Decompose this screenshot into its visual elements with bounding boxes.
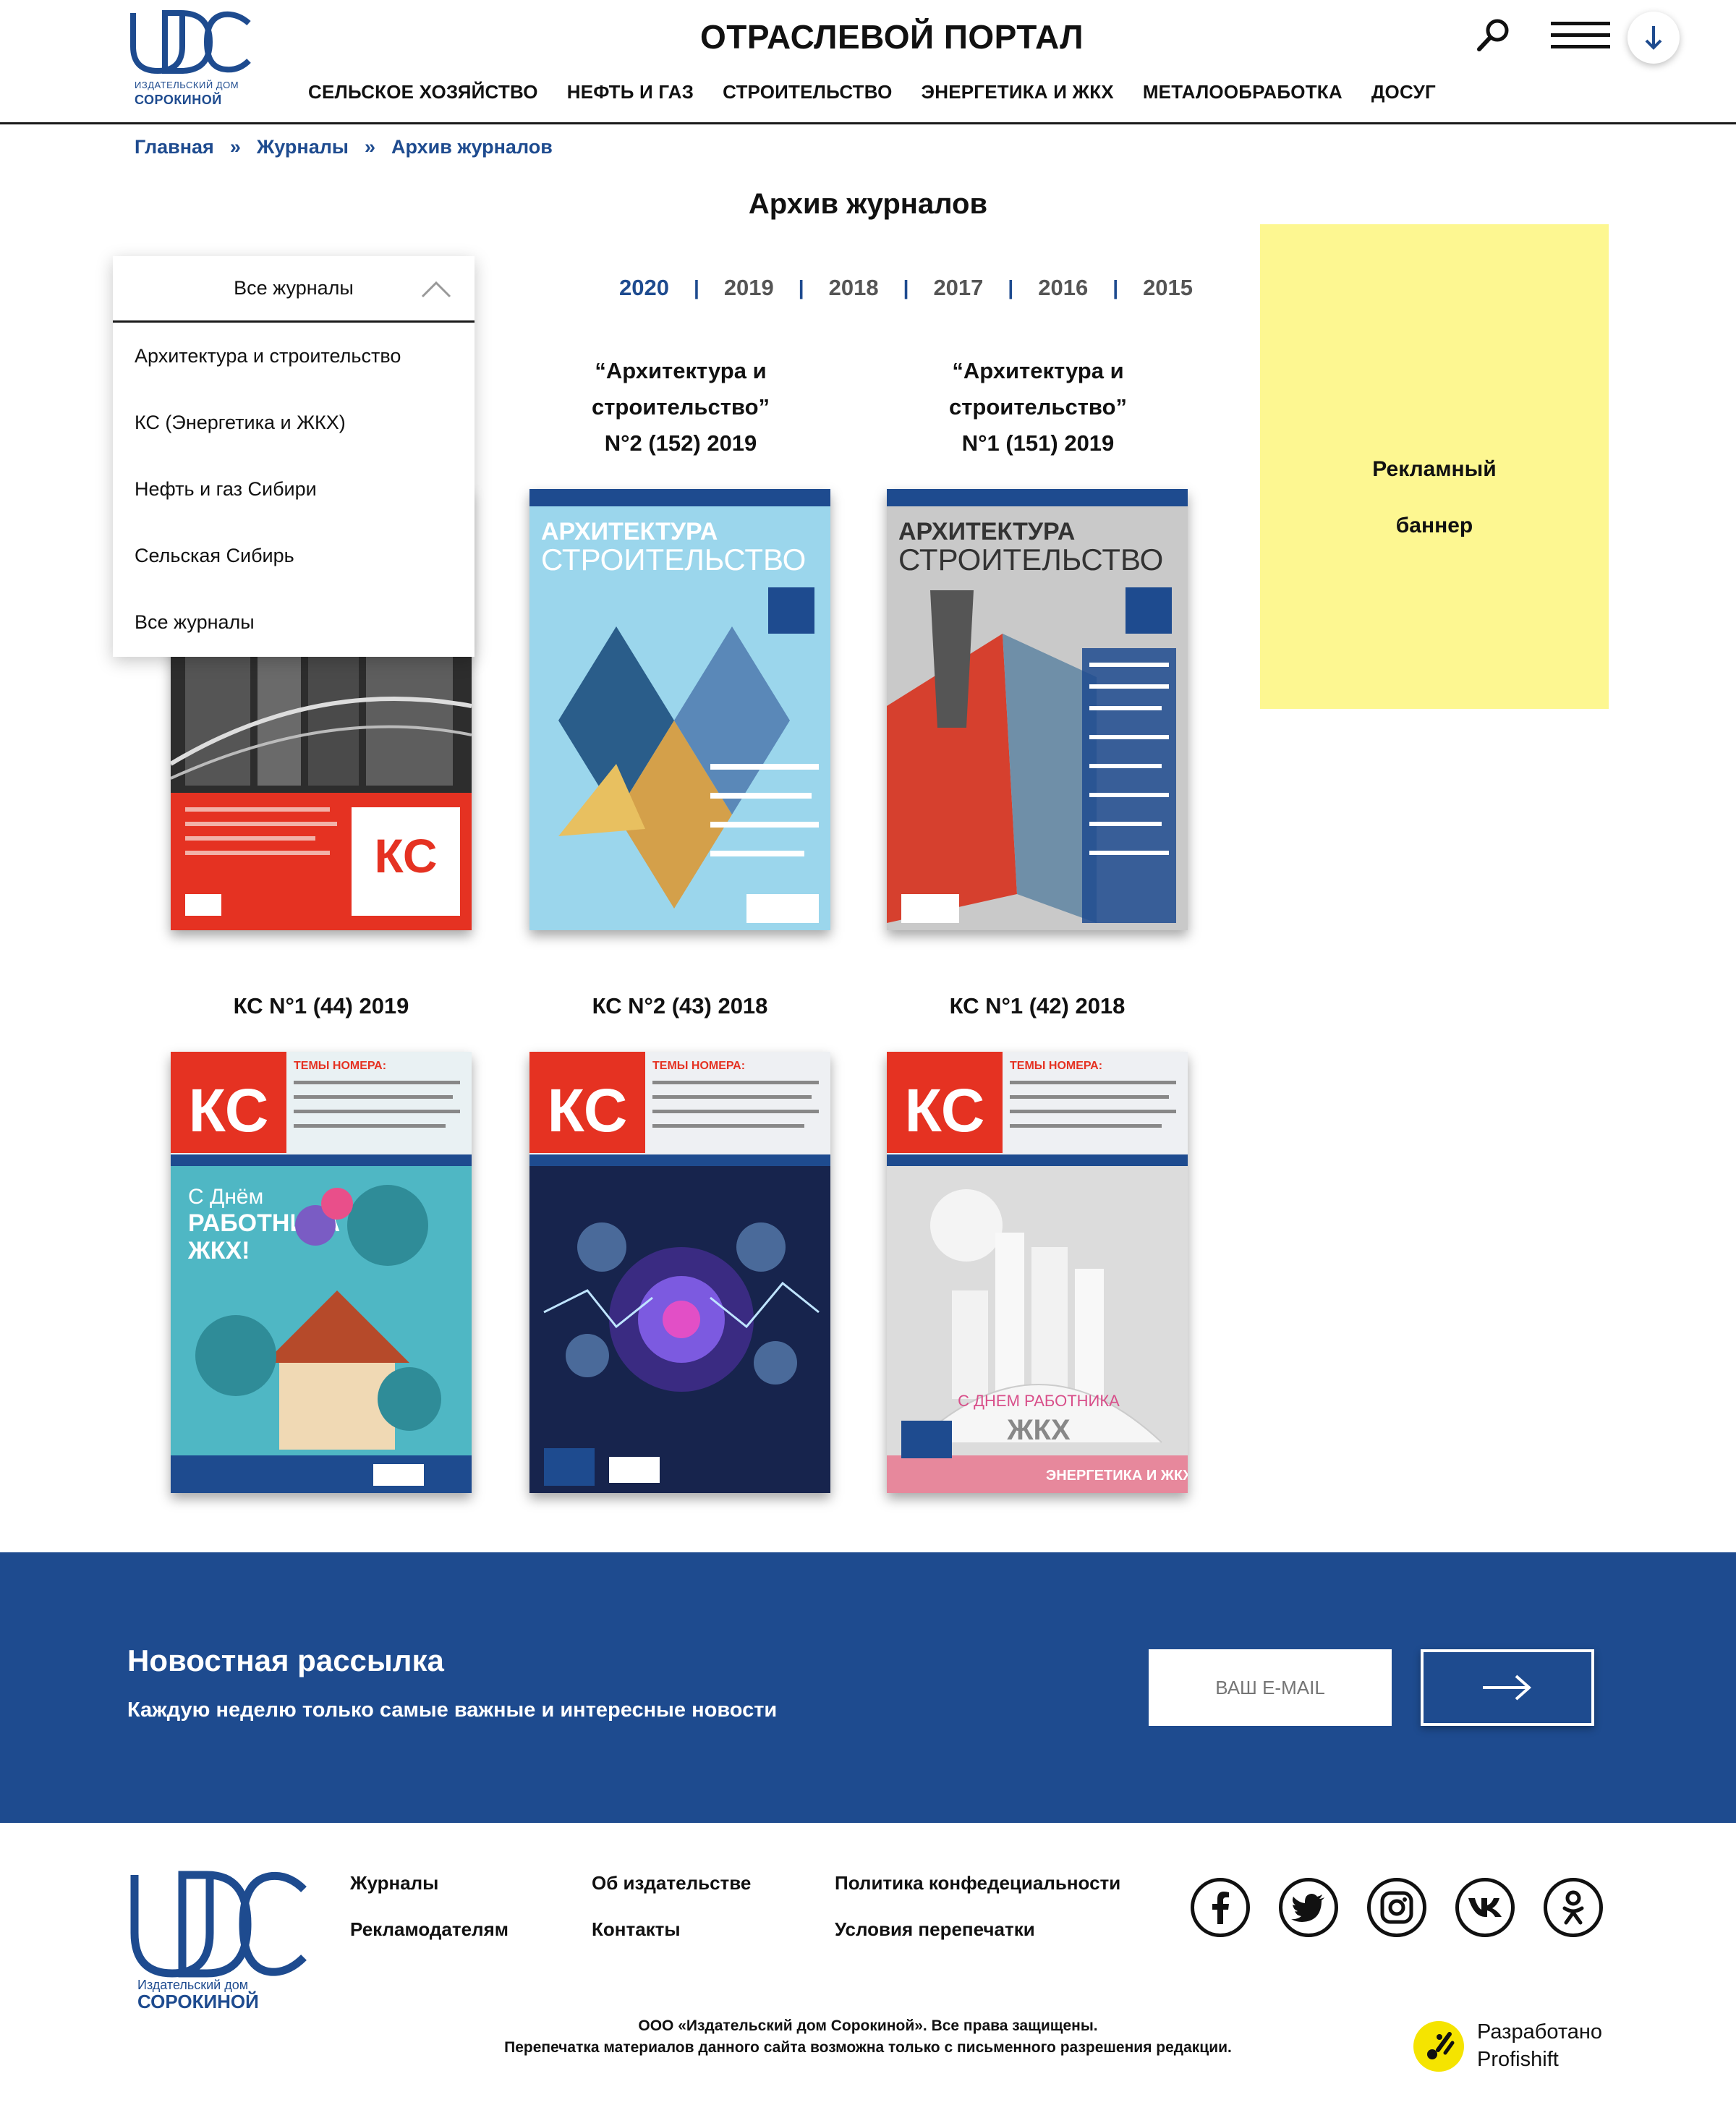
subscribe-button[interactable] (1421, 1649, 1594, 1726)
arrow-right-icon (1483, 1675, 1532, 1701)
journal-filter-dropdown[interactable]: Все журналы Архитектура и строительство … (113, 256, 475, 657)
cover-arch-title2: СТРОИТЕЛЬСТВО (541, 543, 806, 577)
svg-text:ТЕМЫ НОМЕРА:: ТЕМЫ НОМЕРА: (294, 1060, 386, 1072)
cover-ks-logo: КС (374, 829, 437, 882)
svg-text:ТЕМЫ НОМЕРА:: ТЕМЫ НОМЕРА: (652, 1060, 745, 1072)
magazine-title[interactable]: КС N°2 (43) 2018 (529, 988, 830, 1024)
search-icon[interactable] (1476, 17, 1512, 54)
facebook-icon[interactable] (1191, 1878, 1250, 1937)
magazine-cover-ks-42[interactable]: КС ТЕМЫ НОМЕРА: С ДНЕМ РАБОТНИКА ЖКХ ЭНЕ… (887, 1052, 1188, 1493)
breadcrumb-separator: » (364, 136, 375, 158)
nav-oil-gas[interactable]: НЕФТЬ И ГАЗ (567, 81, 694, 103)
logo-subtitle-name: СОРОКИНОЙ (135, 93, 222, 107)
dropdown-selected[interactable]: Все журналы (113, 256, 475, 323)
cover-ks-logo: КС (548, 1076, 628, 1144)
twitter-icon[interactable] (1279, 1878, 1338, 1937)
year-tab-2018[interactable]: 2018 (829, 275, 879, 301)
cover-arch-title: АРХИТЕКТУРА (898, 518, 1075, 545)
nav-energy[interactable]: ЭНЕРГЕТИКА И ЖКХ (922, 81, 1114, 103)
newsletter-subtitle: Каждую неделю только самые важные и инте… (127, 1698, 778, 1722)
year-tab-2020[interactable]: 2020 (619, 275, 669, 301)
dropdown-selected-label: Все журналы (234, 277, 354, 299)
newsletter-title: Новостная рассылка (127, 1643, 444, 1677)
breadcrumb-separator: » (229, 136, 241, 158)
magazine-title[interactable]: “Архитектура и строительство” N°1 (151) 20… (890, 353, 1186, 462)
breadcrumb-home[interactable]: Главная (135, 136, 214, 158)
vk-icon[interactable] (1455, 1878, 1515, 1937)
nav-construction[interactable]: СТРОИТЕЛЬСТВО (723, 81, 892, 103)
site-header: Издательский дом СОРОКИНОЙ ОТРАСЛЕВОЙ ПО… (0, 0, 1736, 124)
udc-logo-icon: Издательский дом СОРОКИНОЙ (130, 1871, 307, 2012)
magazine-cover-ks-43[interactable]: КС ТЕМЫ НОМЕРА: (529, 1052, 830, 1493)
year-tab-2019[interactable]: 2019 (724, 275, 774, 301)
footer-link-journals[interactable]: Журналы (350, 1872, 438, 1894)
newsletter-section: Новостная рассылка Каждую неделю только … (0, 1552, 1736, 1823)
footer-link-contacts[interactable]: Контакты (592, 1918, 681, 1941)
year-tab-2017[interactable]: 2017 (933, 275, 983, 301)
footer-link-about[interactable]: Об издательстве (592, 1872, 751, 1894)
cover-arch-title2: СТРОИТЕЛЬСТВО (898, 543, 1163, 577)
footer-link-advertisers[interactable]: Рекламодателям (350, 1918, 509, 1941)
magazine-title[interactable]: КС N°1 (44) 2019 (171, 988, 472, 1024)
developer-credit[interactable]: Разработано Profishift (1413, 2018, 1623, 2073)
email-input[interactable] (1149, 1649, 1392, 1726)
year-separator: | (693, 276, 699, 299)
magazine-title[interactable]: КС N°1 (42) 2018 (887, 988, 1188, 1024)
cover-ks-logo: КС (905, 1076, 985, 1144)
breadcrumb-journals[interactable]: Журналы (257, 136, 349, 158)
svg-text:ЖКХ!: ЖКХ! (187, 1237, 250, 1264)
main-nav: СЕЛЬСКОЕ ХОЗЯЙСТВО НЕФТЬ И ГАЗ СТРОИТЕЛЬ… (308, 81, 1465, 103)
ad-banner[interactable]: Рекламный баннер (1260, 224, 1609, 709)
developer-name: Profishift (1477, 2048, 1559, 2071)
year-separator: | (903, 276, 909, 299)
menu-icon[interactable] (1551, 22, 1610, 51)
nav-agriculture[interactable]: СЕЛЬСКОЕ ХОЗЯЙСТВО (308, 81, 538, 103)
svg-text:С ДНЕМ РАБОТНИКА: С ДНЕМ РАБОТНИКА (958, 1392, 1120, 1410)
logo-subtitle: Издательский дом (135, 80, 239, 90)
year-tab-2015[interactable]: 2015 (1143, 275, 1193, 301)
breadcrumb: Главная » Журналы » Архив журналов (135, 136, 553, 158)
svg-text:ЭНЕРГЕТИКА И ЖКХ: ЭНЕРГЕТИКА И ЖКХ (1046, 1468, 1188, 1484)
ad-banner-text: Рекламный (1372, 457, 1497, 481)
nav-leisure[interactable]: ДОСУГ (1371, 81, 1436, 103)
dropdown-option-oil-gas[interactable]: Нефть и газ Сибири (113, 456, 475, 522)
year-separator: | (798, 276, 804, 299)
year-tabs: 2020 | 2019 | 2018 | 2017 | 2016 | 2015 (619, 275, 1193, 301)
cover-arch-title: АРХИТЕКТУРА (541, 518, 718, 545)
year-separator: | (1008, 276, 1014, 299)
year-tab-2016[interactable]: 2016 (1038, 275, 1088, 301)
magazine-cover-ks-44[interactable]: КС ТЕМЫ НОМЕРА: С Днём РАБОТНИКА ЖКХ! (171, 1052, 472, 1493)
svg-text:Издательский дом: Издательский дом (137, 1978, 248, 1992)
dropdown-option-architecture[interactable]: Архитектура и строительство (113, 323, 475, 389)
profishift-icon (1413, 2021, 1464, 2072)
odnoklassniki-icon[interactable] (1544, 1878, 1603, 1937)
dropdown-option-all[interactable]: Все журналы (113, 589, 475, 655)
breadcrumb-current[interactable]: Архив журналов (391, 136, 553, 158)
page-title: Архив журналов (748, 188, 988, 220)
cover-ks-logo: КС (189, 1076, 269, 1144)
footer-link-privacy[interactable]: Политика конфедециальности (835, 1872, 1120, 1894)
chevron-up-icon (421, 281, 451, 298)
year-separator: | (1112, 276, 1119, 299)
footer-logo[interactable]: Издательский дом СОРОКИНОЙ (127, 1868, 308, 2012)
svg-text:С Днём: С Днём (188, 1185, 263, 1209)
magazine-cover-arch-151[interactable]: АРХИТЕКТУРА СТРОИТЕЛЬСТВО (887, 489, 1188, 930)
nav-metalworking[interactable]: МЕТАЛООБРАБОТКА (1143, 81, 1343, 103)
footer-link-reprint[interactable]: Условия перепечатки (835, 1918, 1035, 1941)
instagram-icon[interactable] (1367, 1878, 1426, 1937)
magazine-cover-arch-152[interactable]: АРХИТЕКТУРА СТРОИТЕЛЬСТВО (529, 489, 830, 930)
ad-banner-text: баннер (1395, 514, 1473, 537)
scroll-down-icon[interactable] (1628, 12, 1680, 64)
dropdown-option-ks[interactable]: КС (Энергетика и ЖКХ) (113, 389, 475, 456)
svg-text:СОРОКИНОЙ: СОРОКИНОЙ (137, 1991, 259, 2009)
svg-text:ЖКХ: ЖКХ (1006, 1414, 1071, 1446)
developer-label: Разработано (1477, 2020, 1603, 2043)
svg-text:ТЕМЫ НОМЕРА:: ТЕМЫ НОМЕРА: (1010, 1060, 1102, 1072)
dropdown-option-agriculture[interactable]: Сельская Сибирь (113, 522, 475, 589)
magazine-title[interactable]: “Архитектура и строительство” N°2 (152) 20… (532, 353, 829, 462)
